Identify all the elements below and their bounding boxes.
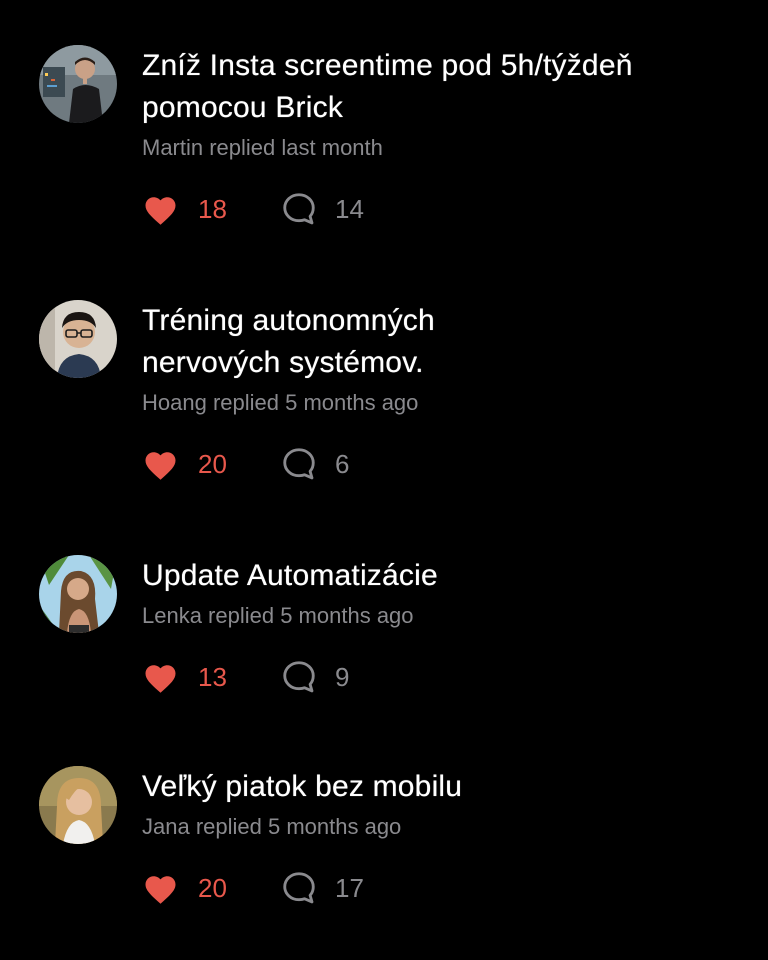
- comment-button[interactable]: 6: [280, 444, 349, 484]
- heart-icon[interactable]: [142, 193, 179, 226]
- comment-button[interactable]: 9: [280, 657, 349, 697]
- avatar[interactable]: [39, 555, 117, 633]
- comment-bubble-icon[interactable]: [280, 658, 318, 696]
- like-count: 20: [198, 873, 227, 903]
- thread-actions: 20 17: [142, 868, 742, 908]
- comment-bubble-icon[interactable]: [280, 445, 318, 483]
- thread-title[interactable]: Veľký piatok bez mobilu: [142, 766, 742, 808]
- thread-actions: 18 14: [142, 189, 742, 229]
- avatar[interactable]: [39, 300, 117, 378]
- heart-icon[interactable]: [142, 661, 179, 694]
- thread-meta: Lenka replied 5 months ago: [142, 603, 414, 628]
- thread-title[interactable]: Zníž Insta screentime pod 5h/týždeň pomo…: [142, 45, 742, 129]
- comment-button[interactable]: 14: [280, 189, 364, 229]
- heart-icon[interactable]: [142, 872, 179, 905]
- thread-actions: 20 6: [142, 444, 742, 484]
- avatar[interactable]: [39, 45, 117, 123]
- like-button[interactable]: 13: [142, 657, 227, 697]
- thread-meta: Martin replied last month: [142, 135, 383, 160]
- comment-button[interactable]: 17: [280, 868, 364, 908]
- like-button[interactable]: 20: [142, 444, 227, 484]
- comment-count: 9: [335, 662, 350, 692]
- thread-title[interactable]: Update Automatizácie: [142, 555, 742, 597]
- comment-count: 6: [335, 449, 350, 479]
- comment-bubble-icon[interactable]: [280, 869, 318, 907]
- like-count: 13: [198, 662, 227, 692]
- thread-actions: 13 9: [142, 657, 742, 697]
- like-button[interactable]: 20: [142, 868, 227, 908]
- like-count: 18: [198, 194, 227, 224]
- comment-bubble-icon[interactable]: [280, 190, 318, 228]
- heart-icon[interactable]: [142, 448, 179, 481]
- avatar[interactable]: [39, 766, 117, 844]
- comment-count: 17: [335, 873, 364, 903]
- like-count: 20: [198, 449, 227, 479]
- like-button[interactable]: 18: [142, 189, 227, 229]
- thread-meta: Hoang replied 5 months ago: [142, 390, 419, 415]
- thread-meta: Jana replied 5 months ago: [142, 814, 402, 839]
- thread-title[interactable]: Tréning autonomných nervových systémov.: [142, 300, 742, 384]
- comment-count: 14: [335, 194, 364, 224]
- thread-feed: Zníž Insta screentime pod 5h/týždeň pomo…: [0, 0, 768, 960]
